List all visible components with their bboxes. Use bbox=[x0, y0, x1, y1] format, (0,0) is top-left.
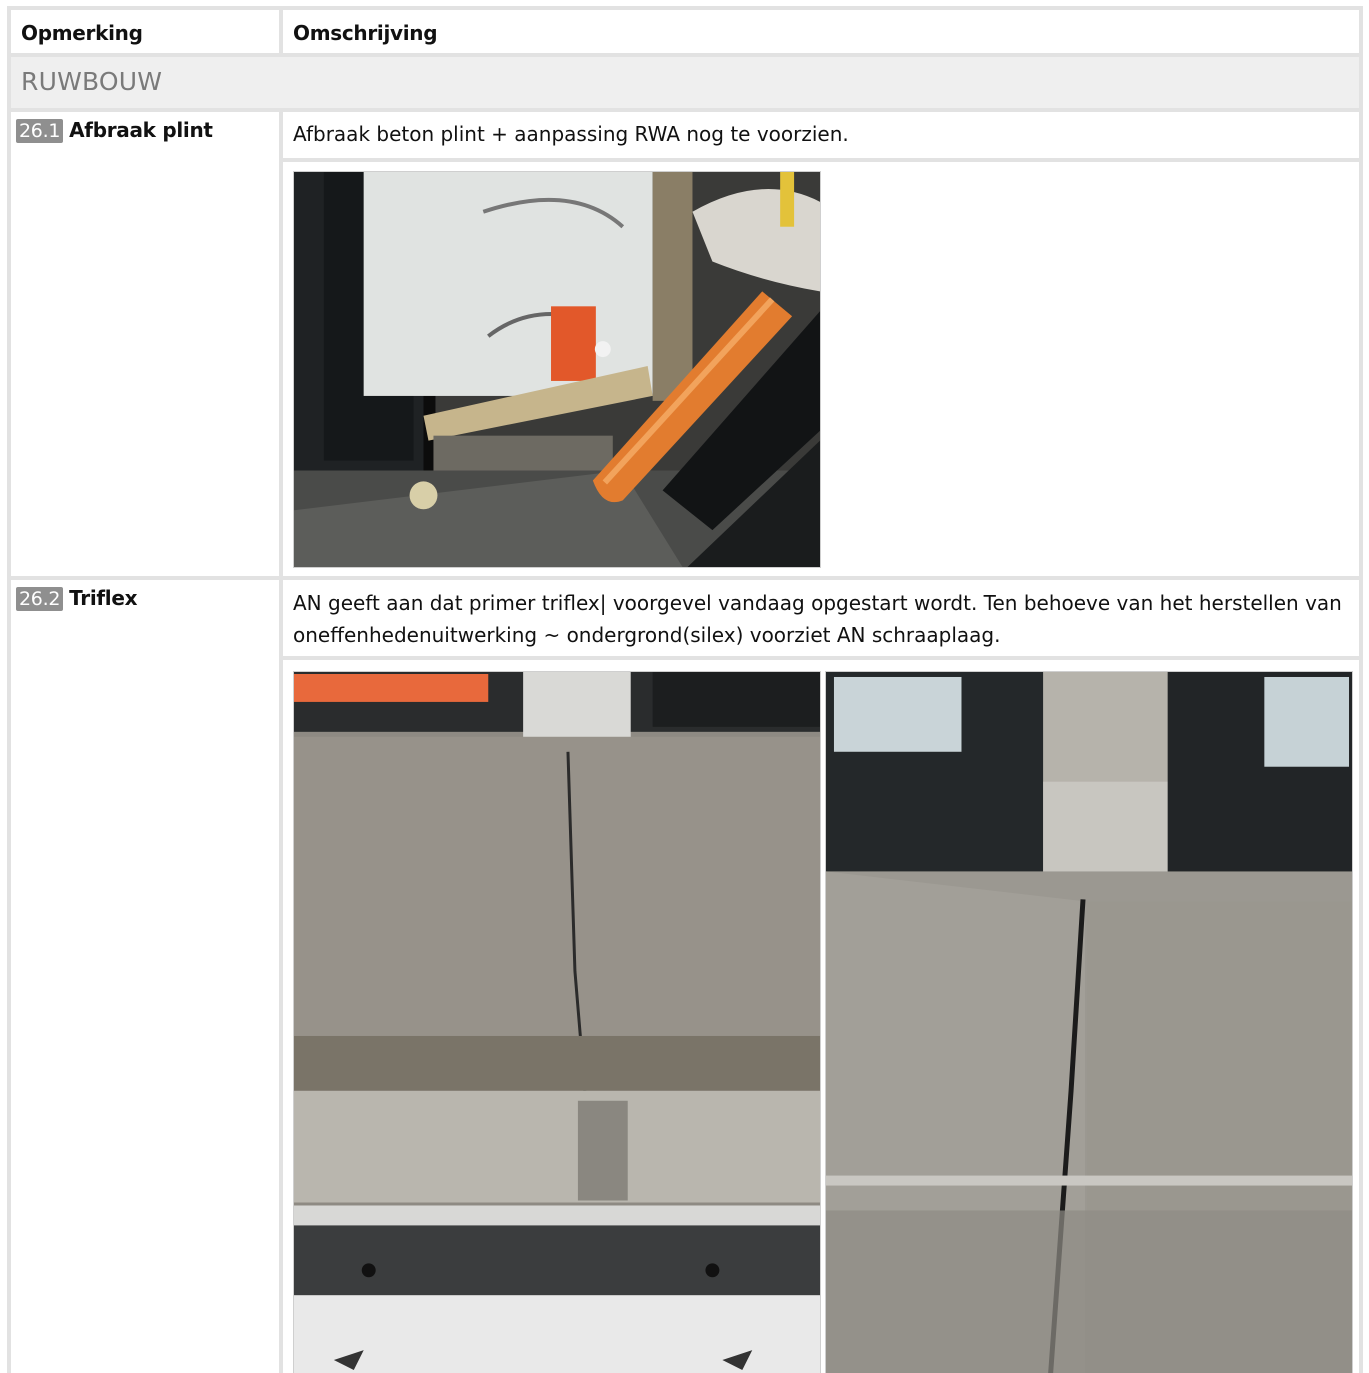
section-title: RUWBOUW bbox=[11, 57, 1359, 108]
column-header-opmerking: Opmerking bbox=[11, 10, 279, 53]
photo-concrete-slab-crack-doors bbox=[825, 671, 1353, 1373]
item-photos-26-1 bbox=[283, 162, 1359, 576]
photo-concrete-slab-joint bbox=[293, 671, 821, 1373]
item-label-26-2: 26.2 Triflex bbox=[11, 580, 279, 1373]
item-title: Afbraak plint bbox=[69, 118, 213, 142]
photo-wall-insulation-orange-pipe bbox=[293, 171, 821, 568]
item-title: Triflex bbox=[69, 586, 138, 610]
item-photos-26-2 bbox=[283, 660, 1359, 1373]
report-table: Opmerking Omschrijving RUWBOUW 26.1 Afbra… bbox=[7, 6, 1363, 1373]
item-description-26-1: Afbraak beton plint + aanpassing RWA nog… bbox=[283, 112, 1359, 158]
item-label-26-1: 26.1 Afbraak plint bbox=[11, 112, 279, 576]
column-header-omschrijving: Omschrijving bbox=[283, 10, 1359, 53]
item-number-badge: 26.2 bbox=[16, 587, 64, 611]
item-number-badge: 26.1 bbox=[16, 119, 64, 143]
item-description-26-2: AN geeft aan dat primer triflex| voorgev… bbox=[283, 580, 1359, 656]
